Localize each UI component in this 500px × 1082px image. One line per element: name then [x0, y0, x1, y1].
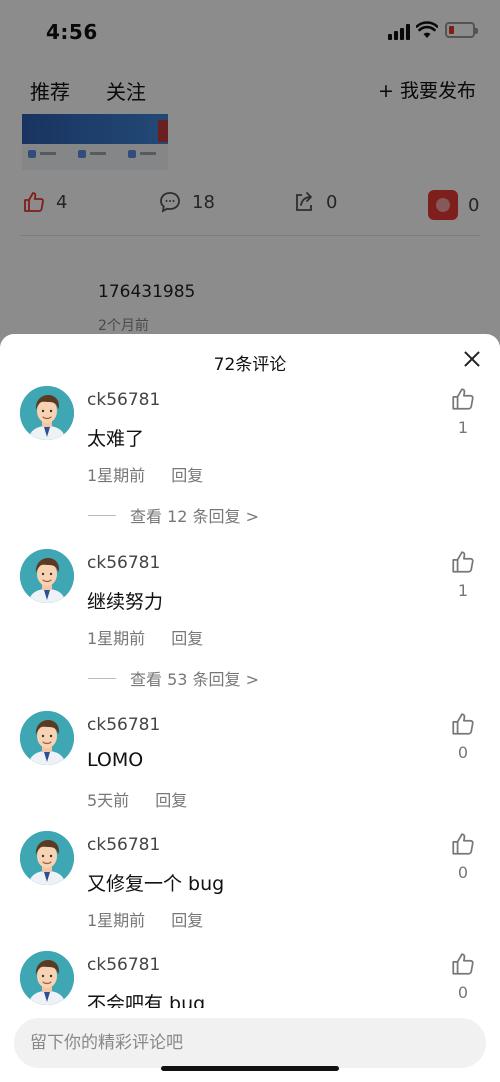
comment-like-count: 0 [457, 743, 469, 762]
divider [88, 677, 116, 679]
comments-title: 72条评论 [213, 355, 287, 375]
avatar[interactable] [20, 831, 74, 885]
comment-like-button[interactable]: 0 [448, 831, 478, 882]
comment-like-button[interactable]: 0 [448, 711, 478, 762]
comment-meta: 5天前 回复 [87, 787, 187, 811]
comment-time: 5天前 [87, 791, 130, 810]
comment-meta: 1星期前 回复 [87, 462, 203, 486]
comment-like-count: 1 [457, 418, 469, 437]
comment-like-button[interactable]: 0 [448, 951, 478, 1002]
comment-username[interactable]: ck56781 [87, 390, 160, 410]
comment-item[interactable]: ck56781 太难了 1星期前 回复 1 [0, 386, 500, 496]
thumbs-up-icon [448, 711, 478, 737]
comment-like-button[interactable]: 1 [448, 386, 478, 437]
comment-text: 太难了 [87, 428, 145, 450]
comment-like-button[interactable]: 1 [448, 549, 478, 600]
reply-button[interactable]: 回复 [171, 462, 203, 486]
reply-button[interactable]: 回复 [155, 787, 187, 811]
divider [88, 514, 116, 516]
comment-item[interactable]: ck56781 又修复一个 bug 1星期前 回复 0 [0, 831, 500, 941]
thumbs-up-icon [448, 831, 478, 857]
comment-time: 1星期前 [87, 466, 146, 485]
sheet-header: 72条评论 [0, 334, 500, 386]
thumbs-up-icon [448, 951, 478, 977]
comments-sheet: 72条评论 ck56781 太难了 1星期前 回复 1 查看 12 条回复 > ck56… [0, 334, 500, 1082]
comment-input[interactable] [14, 1018, 486, 1068]
comment-text: 又修复一个 bug [87, 873, 225, 895]
comment-username[interactable]: ck56781 [87, 715, 160, 735]
reply-button[interactable]: 回复 [171, 907, 203, 931]
comment-item[interactable]: ck56781 继续努力 1星期前 回复 1 [0, 549, 500, 659]
reply-button[interactable]: 回复 [171, 625, 203, 649]
comment-time: 1星期前 [87, 629, 146, 648]
comment-like-count: 0 [457, 863, 469, 882]
thumbs-up-icon [448, 386, 478, 412]
comment-time: 1星期前 [87, 911, 146, 930]
view-replies-link[interactable]: 查看 12 条回复 > [88, 503, 259, 527]
comment-list[interactable]: ck56781 太难了 1星期前 回复 1 查看 12 条回复 > ck56781 继续努… [0, 386, 500, 1008]
comment-text: LOMO [87, 749, 144, 771]
view-replies-link[interactable]: 查看 53 条回复 > [88, 666, 259, 690]
avatar[interactable] [20, 549, 74, 603]
avatar[interactable] [20, 711, 74, 765]
comment-like-count: 1 [457, 581, 469, 600]
thumbs-up-icon [448, 549, 478, 575]
comment-username[interactable]: ck56781 [87, 553, 160, 573]
comment-item[interactable]: ck56781 LOMO 5天前 回复 0 [0, 711, 500, 821]
comment-username[interactable]: ck56781 [87, 955, 160, 975]
avatar[interactable] [20, 951, 74, 1005]
comment-meta: 1星期前 回复 [87, 625, 203, 649]
avatar[interactable] [20, 386, 74, 440]
view-replies-label: 查看 12 条回复 > [130, 507, 260, 526]
comment-username[interactable]: ck56781 [87, 835, 160, 855]
view-replies-label: 查看 53 条回复 > [130, 670, 260, 689]
comment-meta: 1星期前 回复 [87, 907, 203, 931]
comment-text: 不会吧有 bug [87, 993, 206, 1008]
comment-like-count: 0 [457, 983, 469, 1002]
close-icon[interactable] [464, 351, 480, 367]
comment-text: 继续努力 [87, 591, 164, 613]
comment-item[interactable]: ck56781 不会吧有 bug 0 [0, 951, 500, 1008]
home-indicator [161, 1066, 339, 1071]
